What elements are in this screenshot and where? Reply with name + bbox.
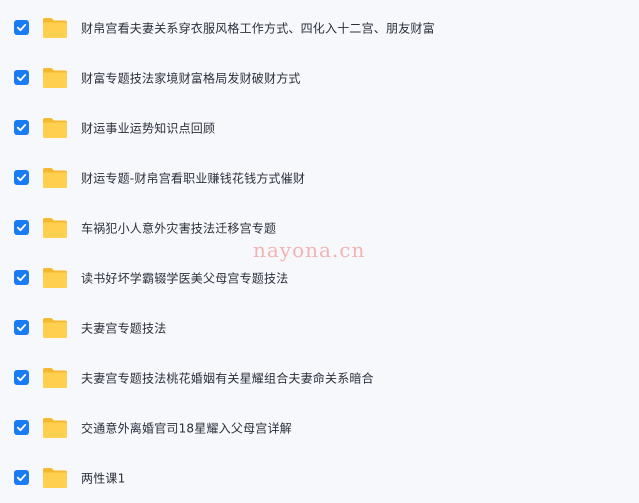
file-name[interactable]: 两性课1 [81, 470, 125, 487]
file-name[interactable]: 财富专题技法家境财富格局发财破财方式 [81, 70, 301, 87]
folder-icon [42, 67, 68, 89]
file-row[interactable]: 交通意外离婚官司18星耀入父母宫详解 [0, 403, 639, 453]
file-name[interactable]: 财帛宫看夫妻关系穿衣服风格工作方式、四化入十二宫、朋友财富 [81, 20, 435, 37]
file-row[interactable]: 读书好坏学霸辍学医美父母宫专题技法 [0, 253, 639, 303]
folder-icon [42, 317, 68, 339]
checkbox[interactable] [14, 120, 29, 135]
checkbox[interactable] [14, 320, 29, 335]
checkmark-icon [16, 424, 27, 432]
checkmark-icon [16, 124, 27, 132]
folder-icon [42, 17, 68, 39]
checkbox[interactable] [14, 420, 29, 435]
file-name[interactable]: 财运事业运势知识点回顾 [81, 120, 215, 137]
checkbox[interactable] [14, 220, 29, 235]
checkmark-icon [16, 374, 27, 382]
checkbox[interactable] [14, 70, 29, 85]
file-row[interactable]: 夫妻宫专题技法桃花婚姻有关星耀组合夫妻命关系暗合 [0, 353, 639, 403]
checkmark-icon [16, 274, 27, 282]
checkbox[interactable] [14, 20, 29, 35]
checkbox[interactable] [14, 370, 29, 385]
file-row[interactable]: 车祸犯小人意外灾害技法迁移宫专题 [0, 203, 639, 253]
file-row[interactable]: 财帛宫看夫妻关系穿衣服风格工作方式、四化入十二宫、朋友财富 [0, 3, 639, 53]
file-name[interactable]: 财运专题-财帛宫看职业赚钱花钱方式催财 [81, 170, 305, 187]
file-row[interactable]: 夫妻宫专题技法 [0, 303, 639, 353]
file-name[interactable]: 车祸犯小人意外灾害技法迁移宫专题 [81, 220, 276, 237]
folder-icon [42, 117, 68, 139]
checkmark-icon [16, 24, 27, 32]
checkmark-icon [16, 324, 27, 332]
checkmark-icon [16, 474, 27, 482]
folder-icon [42, 267, 68, 289]
checkmark-icon [16, 224, 27, 232]
checkbox[interactable] [14, 170, 29, 185]
folder-icon [42, 217, 68, 239]
file-name[interactable]: 读书好坏学霸辍学医美父母宫专题技法 [81, 270, 288, 287]
checkbox[interactable] [14, 470, 29, 485]
file-name[interactable]: 交通意外离婚官司18星耀入父母宫详解 [81, 420, 292, 437]
folder-icon [42, 467, 68, 489]
file-name[interactable]: 夫妻宫专题技法 [81, 320, 166, 337]
file-list: 财帛宫看夫妻关系穿衣服风格工作方式、四化入十二宫、朋友财富 财富专题技法家境财富… [0, 3, 639, 503]
file-row[interactable]: 财富专题技法家境财富格局发财破财方式 [0, 53, 639, 103]
file-row[interactable]: 财运事业运势知识点回顾 [0, 103, 639, 153]
checkmark-icon [16, 174, 27, 182]
checkmark-icon [16, 74, 27, 82]
file-row[interactable]: 两性课1 [0, 453, 639, 503]
file-name[interactable]: 夫妻宫专题技法桃花婚姻有关星耀组合夫妻命关系暗合 [81, 370, 374, 387]
folder-icon [42, 167, 68, 189]
file-row[interactable]: 财运专题-财帛宫看职业赚钱花钱方式催财 [0, 153, 639, 203]
folder-icon [42, 367, 68, 389]
folder-icon [42, 417, 68, 439]
checkbox[interactable] [14, 270, 29, 285]
